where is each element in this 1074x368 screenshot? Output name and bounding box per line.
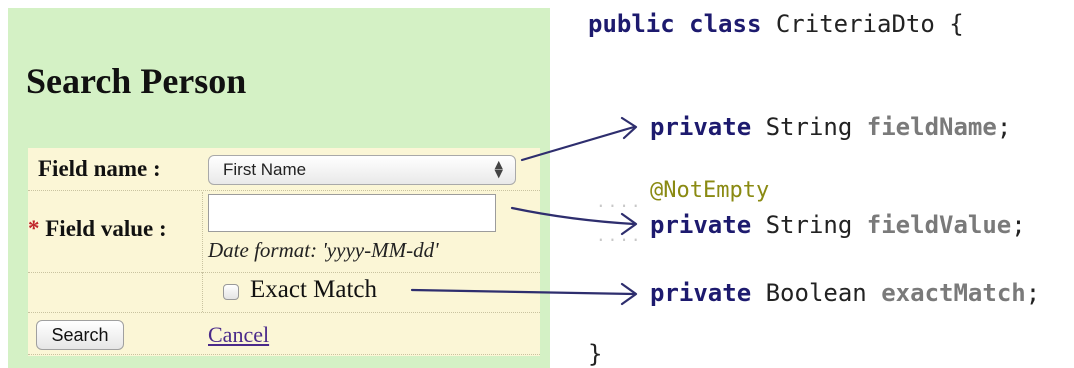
- arrow-icon: [520, 125, 636, 162]
- arrow-icon: [410, 288, 636, 296]
- arrow-icon: [510, 206, 636, 226]
- connector-arrows: [410, 116, 638, 306]
